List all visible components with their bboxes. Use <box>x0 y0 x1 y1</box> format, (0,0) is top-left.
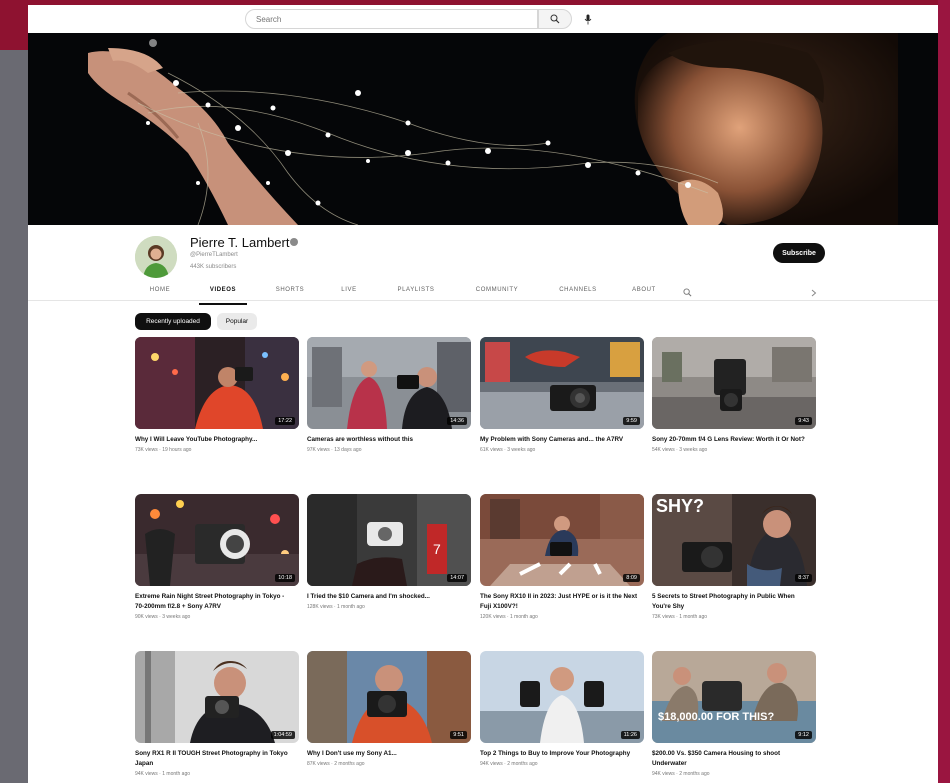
video-meta: 73K views · 19 hours ago <box>135 447 192 453</box>
video-thumbnail[interactable]: $18,000.00 FOR THIS? 9:12 <box>652 651 816 743</box>
tab-about[interactable]: ABOUT <box>623 283 665 305</box>
tabs-divider <box>28 300 938 301</box>
video-duration: 8:37 <box>795 574 812 582</box>
video-thumbnail[interactable]: 10:18 <box>135 494 299 586</box>
video-duration: 9:59 <box>623 417 640 425</box>
video-meta: 54K views · 3 weeks ago <box>652 447 708 453</box>
tab-playlists[interactable]: PLAYLISTS <box>387 283 445 305</box>
video-title[interactable]: 5 Secrets to Street Photography in Publi… <box>652 592 812 612</box>
video-title[interactable]: The Sony RX10 II in 2023: Just HYPE or i… <box>480 592 640 612</box>
video-title[interactable]: $200.00 Vs. $350 Camera Housing to shoot… <box>652 749 812 769</box>
video-card[interactable]: 11:26 Top 2 Things to Buy to Improve You… <box>480 651 644 767</box>
channel-handle: @PierreTLambert <box>190 252 238 258</box>
video-card[interactable]: 17:22 Why I Will Leave YouTube Photograp… <box>135 337 299 453</box>
video-duration: 11:26 <box>620 731 640 739</box>
video-thumbnail[interactable]: 9:51 <box>307 651 471 743</box>
video-meta: 61K views · 3 weeks ago <box>480 447 536 453</box>
video-title[interactable]: Extreme Rain Night Street Photography in… <box>135 592 295 612</box>
tab-live[interactable]: LIVE <box>333 283 365 305</box>
channel-avatar[interactable] <box>135 236 177 278</box>
video-meta: 90K views · 3 weeks ago <box>135 614 191 620</box>
thumbnail-overlay-text: SHY? <box>656 496 705 516</box>
video-meta: 94K views · 2 months ago <box>652 771 710 777</box>
tab-shorts[interactable]: SHORTS <box>269 283 311 305</box>
video-meta: 87K views · 2 months ago <box>307 761 365 767</box>
video-title[interactable]: Why I Will Leave YouTube Photography... <box>135 435 295 445</box>
video-meta: 73K views · 1 month ago <box>652 614 708 620</box>
mic-button[interactable] <box>578 9 598 29</box>
chip-recently-uploaded[interactable]: Recently uploaded <box>135 313 211 330</box>
video-duration: 17:22 <box>275 417 295 425</box>
svg-text:7: 7 <box>433 541 441 557</box>
video-thumbnail[interactable]: 1:04:59 <box>135 651 299 743</box>
video-title[interactable]: I Tried the $10 Camera and I'm shocked..… <box>307 592 467 602</box>
video-card[interactable]: 9:43 Sony 20-70mm f/4 G Lens Review: Wor… <box>652 337 816 453</box>
video-thumbnail[interactable]: 11:26 <box>480 651 644 743</box>
tab-videos[interactable]: VIDEOS <box>199 283 247 305</box>
video-thumbnail[interactable]: 7 14:07 <box>307 494 471 586</box>
video-card[interactable]: 9:51 Why I Don't use my Sony A1... 87K v… <box>307 651 471 767</box>
video-thumbnail[interactable]: 9:43 <box>652 337 816 429</box>
video-card[interactable]: 1:04:59 Sony RX1 R II TOUGH Street Photo… <box>135 651 299 777</box>
video-title[interactable]: Sony 20-70mm f/4 G Lens Review: Worth it… <box>652 435 812 445</box>
video-title[interactable]: Sony RX1 R II TOUGH Street Photography i… <box>135 749 295 769</box>
video-duration: 1:04:59 <box>270 731 295 739</box>
video-thumbnail[interactable]: 9:59 <box>480 337 644 429</box>
browser-screen: Pierre T. Lambert @PierreTLambert 443K s… <box>28 5 938 783</box>
tab-channels[interactable]: CHANNELS <box>549 283 607 305</box>
video-duration: 9:51 <box>450 731 467 739</box>
video-thumbnail[interactable]: SHY? 8:37 <box>652 494 816 586</box>
video-duration: 9:12 <box>795 731 812 739</box>
video-meta: 97K views · 13 days ago <box>307 447 362 453</box>
video-card[interactable]: 9:59 My Problem with Sony Cameras and...… <box>480 337 644 453</box>
channel-name[interactable]: Pierre T. Lambert <box>190 235 289 250</box>
top-bar <box>28 5 938 33</box>
video-card[interactable]: 10:18 Extreme Rain Night Street Photogra… <box>135 494 299 620</box>
video-thumbnail[interactable]: 8:09 <box>480 494 644 586</box>
search-icon <box>550 14 560 24</box>
mic-icon <box>584 14 592 24</box>
video-card[interactable]: SHY? 8:37 5 Secrets to Street Photograph… <box>652 494 816 620</box>
video-meta: 120K views · 1 month ago <box>480 614 538 620</box>
channel-tabs: HOME VIDEOS SHORTS LIVE PLAYLISTS COMMUN… <box>135 283 835 305</box>
tab-community[interactable]: COMMUNITY <box>465 283 529 305</box>
video-card[interactable]: $18,000.00 FOR THIS? 9:12 $200.00 Vs. $3… <box>652 651 816 777</box>
background-right <box>938 0 950 783</box>
video-thumbnail[interactable]: 14:36 <box>307 337 471 429</box>
background-left <box>0 50 28 783</box>
video-title[interactable]: My Problem with Sony Cameras and... the … <box>480 435 640 445</box>
subscriber-count: 443K subscribers <box>190 264 237 270</box>
search-button[interactable] <box>538 9 572 29</box>
video-meta: 94K views · 2 months ago <box>480 761 538 767</box>
tabs-search-icon[interactable] <box>683 288 692 297</box>
video-duration: 8:09 <box>623 574 640 582</box>
search-input[interactable] <box>245 9 538 29</box>
video-duration: 9:43 <box>795 417 812 425</box>
channel-banner <box>28 33 938 225</box>
video-meta: 94K views · 1 month ago <box>135 771 191 777</box>
banner-image <box>28 33 938 225</box>
video-duration: 14:07 <box>447 574 467 582</box>
video-meta: 128K views · 1 month ago <box>307 604 365 610</box>
video-title[interactable]: Why I Don't use my Sony A1... <box>307 749 467 759</box>
video-thumbnail[interactable]: 17:22 <box>135 337 299 429</box>
subscribe-button[interactable]: Subscribe <box>773 243 825 263</box>
video-title[interactable]: Cameras are worthless without this <box>307 435 467 445</box>
chip-popular[interactable]: Popular <box>217 313 257 330</box>
tab-home[interactable]: HOME <box>140 283 180 305</box>
thumbnail-overlay-text: $18,000.00 FOR THIS? <box>658 711 775 723</box>
video-card[interactable]: 8:09 The Sony RX10 II in 2023: Just HYPE… <box>480 494 644 620</box>
video-duration: 10:18 <box>275 574 295 582</box>
video-duration: 14:36 <box>447 417 467 425</box>
video-card[interactable]: 14:36 Cameras are worthless without this… <box>307 337 471 453</box>
video-card[interactable]: 7 14:07 I Tried the $10 Camera and I'm s… <box>307 494 471 610</box>
verified-icon <box>290 238 298 246</box>
video-title[interactable]: Top 2 Things to Buy to Improve Your Phot… <box>480 749 640 759</box>
chevron-right-icon[interactable] <box>811 289 817 297</box>
